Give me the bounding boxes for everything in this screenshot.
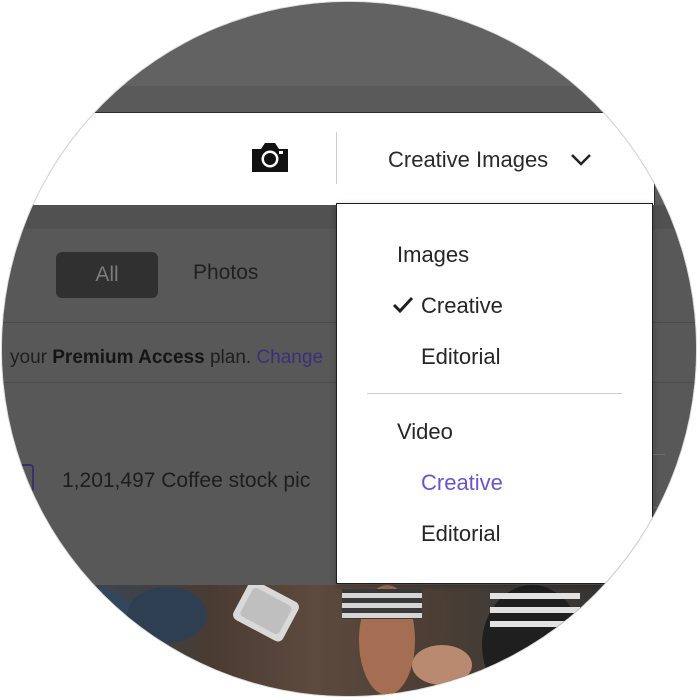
photo-illustration [2, 565, 687, 696]
dropdown-item-images-editorial[interactable]: Editorial [421, 344, 500, 370]
dropdown-heading-video: Video [397, 419, 453, 444]
dropdown-item-images-creative[interactable]: Creative [421, 293, 503, 319]
magnifier-circle: Creative Images All Photos your Premium … [2, 2, 696, 696]
checkmark-icon [392, 296, 414, 314]
top-background-strip [2, 86, 696, 112]
select-label: Creative Images [388, 147, 549, 172]
plan-notice: your Premium Access plan. Change [10, 347, 323, 369]
content-type-dropdown: Images Creative Editorial Video Creative… [336, 203, 653, 584]
notice-suffix: plan. [204, 347, 257, 368]
chevron-down-icon [571, 154, 592, 166]
dropdown-divider [367, 393, 622, 394]
dropdown-heading-images: Images [397, 242, 470, 267]
creative-images-select[interactable]: Creative Images [388, 140, 592, 180]
tab-photos[interactable]: Photos [193, 261, 258, 285]
tab-all[interactable]: All [56, 252, 158, 298]
plan-name: Premium Access [52, 347, 205, 368]
change-plan-link[interactable]: Change [256, 347, 323, 368]
result-count: 1,201,497 Coffee stock pic [62, 469, 311, 492]
dropdown-item-video-creative[interactable]: Creative [421, 470, 503, 496]
top-background [2, 2, 696, 86]
camera-icon[interactable] [250, 140, 290, 174]
notice-prefix: your [10, 347, 53, 368]
dropdown-item-video-editorial[interactable]: Editorial [421, 521, 500, 547]
search-bar-divider [336, 132, 337, 184]
coffee-photo-thumbnail[interactable] [2, 565, 696, 696]
filter-toggle-icon[interactable] [22, 464, 34, 492]
